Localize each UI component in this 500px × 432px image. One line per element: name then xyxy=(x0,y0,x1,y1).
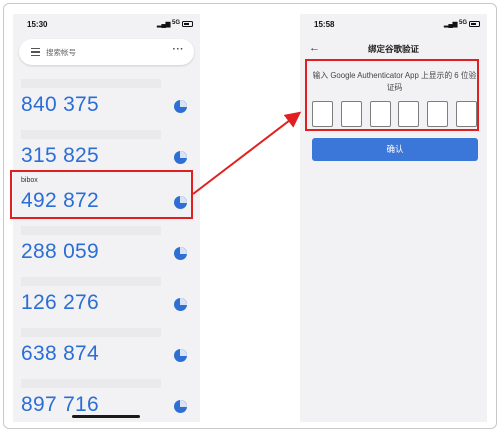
account-entry[interactable]: 126 276 xyxy=(13,277,200,320)
account-entry[interactable]: 638 874 xyxy=(13,328,200,371)
network-type: 5G xyxy=(171,20,180,26)
countdown-timer-icon xyxy=(174,247,187,260)
account-entry[interactable]: 288 059 xyxy=(13,226,200,269)
account-label-placeholder xyxy=(21,130,161,139)
otp-code[interactable]: 315 825 xyxy=(21,144,99,168)
account-entry[interactable]: 315 825 xyxy=(13,130,200,173)
network-type: 5G xyxy=(458,20,467,26)
confirm-button[interactable]: 确认 xyxy=(312,138,478,161)
otp-code[interactable]: 288 059 xyxy=(21,240,99,264)
countdown-timer-icon xyxy=(174,400,187,413)
signal-icon: ▂▄▆ xyxy=(443,21,458,28)
countdown-timer-icon xyxy=(174,349,187,362)
menu-icon[interactable] xyxy=(31,48,40,57)
battery-icon xyxy=(182,21,193,27)
account-label-placeholder xyxy=(21,79,161,88)
search-input[interactable]: 搜索帐号 xyxy=(46,47,76,58)
otp-code[interactable]: 638 874 xyxy=(21,342,99,366)
account-label-placeholder xyxy=(21,226,161,235)
otp-code[interactable]: 897 716 xyxy=(21,393,99,417)
account-entry[interactable]: 840 375 xyxy=(13,79,200,122)
account-label-placeholder xyxy=(21,328,161,337)
status-time: 15:30 xyxy=(27,20,48,29)
search-bar[interactable]: 搜索帐号 ··· xyxy=(19,39,194,65)
countdown-timer-icon xyxy=(174,298,187,311)
status-bar: 15:30 ▂▄▆ 5G xyxy=(13,14,200,36)
highlight-box-code-input xyxy=(305,59,479,131)
account-label-placeholder xyxy=(21,277,161,286)
countdown-timer-icon xyxy=(174,151,187,164)
otp-code[interactable]: 126 276 xyxy=(21,291,99,315)
page-title: 绑定谷歌验证 xyxy=(367,44,419,54)
highlight-box-otp xyxy=(10,170,193,219)
home-indicator xyxy=(72,415,140,418)
account-label-placeholder xyxy=(21,379,161,388)
more-options-icon[interactable]: ··· xyxy=(173,44,185,55)
status-time: 15:58 xyxy=(314,20,335,29)
countdown-timer-icon xyxy=(174,100,187,113)
otp-code[interactable]: 840 375 xyxy=(21,93,99,117)
battery-icon xyxy=(469,21,480,27)
signal-icon: ▂▄▆ xyxy=(156,21,171,28)
status-bar: 15:58 ▂▄▆ 5G xyxy=(300,14,487,36)
